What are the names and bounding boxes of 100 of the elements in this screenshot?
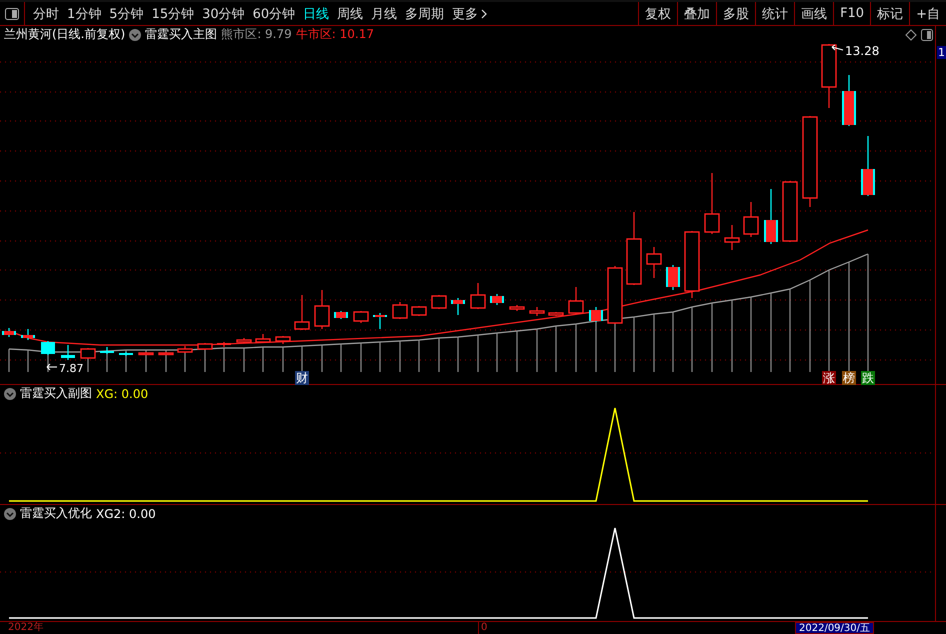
candlestick <box>177 346 193 353</box>
toolbar-button[interactable]: 画线 <box>794 2 834 25</box>
stem-line <box>536 329 538 372</box>
stem-line <box>125 350 127 372</box>
stem-line <box>282 347 284 372</box>
stem-line <box>106 351 108 372</box>
low-price-label: 7.87 <box>59 362 84 375</box>
stem-line <box>672 312 674 372</box>
toolbar-button[interactable]: 标记 <box>870 2 910 25</box>
axis-year-label: 2022年 <box>7 622 44 634</box>
stem-line <box>8 349 10 372</box>
stem-line <box>165 350 167 372</box>
dropdown-icon[interactable] <box>4 388 16 400</box>
toolbar-button[interactable]: 统计 <box>755 2 794 25</box>
cursor-date-label: 2022/09/30/五 <box>795 622 874 634</box>
period-tab[interactable]: 多周期 <box>401 2 448 25</box>
candlestick <box>373 313 387 329</box>
candlestick <box>138 352 154 356</box>
candlestick <box>21 329 35 340</box>
period-tab[interactable]: 日线 <box>299 2 334 25</box>
stem-line <box>301 346 303 372</box>
candlestick <box>589 307 603 322</box>
candlestick <box>529 307 545 316</box>
stem-line <box>27 350 29 372</box>
stem-line <box>47 352 49 372</box>
candlestick <box>451 298 465 315</box>
stem-line <box>575 324 577 372</box>
candlestick <box>2 328 16 337</box>
stem-line <box>516 331 518 372</box>
candlestick <box>724 225 740 250</box>
stem-line <box>711 303 713 372</box>
arrow-icon <box>832 44 844 50</box>
event-marker[interactable]: 榜 <box>842 371 856 385</box>
candlestick <box>80 348 96 359</box>
candlestick <box>607 266 623 324</box>
period-tab[interactable]: 1分钟 <box>63 2 106 25</box>
stem-line <box>691 307 693 372</box>
stem-line <box>633 317 635 372</box>
candlestick <box>411 306 427 316</box>
stem-line <box>360 343 362 372</box>
indicator-value: XG: 0.00 <box>96 386 148 400</box>
high-price-label: 13.28 <box>845 44 880 58</box>
stem-line <box>262 347 264 372</box>
stem-line <box>653 314 655 372</box>
candlestick <box>197 343 213 350</box>
candlestick <box>764 189 778 244</box>
toolbar-button[interactable]: 叠加 <box>677 2 716 25</box>
candlestick <box>294 295 310 330</box>
toolbar-button[interactable]: +自 <box>909 2 946 25</box>
candlestick <box>255 334 271 343</box>
dropdown-icon[interactable] <box>129 28 142 40</box>
toolbar-button[interactable]: 多股 <box>716 2 756 25</box>
candlestick <box>646 247 662 278</box>
candlestick <box>353 311 369 323</box>
period-tab[interactable]: 更多 <box>448 2 492 25</box>
stem-line <box>555 326 557 372</box>
indicator-name: 雷霆买入副图 <box>20 385 92 402</box>
chevron-icon <box>481 8 488 18</box>
candlestick <box>236 338 252 343</box>
event-marker[interactable]: 涨 <box>822 371 836 385</box>
event-marker[interactable]: 财 <box>295 371 309 385</box>
candlestick <box>842 75 856 126</box>
panel-toggle-icon[interactable] <box>5 8 19 20</box>
period-tab[interactable]: 30分钟 <box>198 2 249 25</box>
candlestick <box>548 312 564 316</box>
candlestick <box>158 352 174 356</box>
indicator-name: 雷霆买入主图 <box>145 26 218 43</box>
candlestick <box>704 173 720 234</box>
candlestick <box>490 294 504 305</box>
axis-price-label: 1 <box>937 46 946 59</box>
indicator-name: 雷霆买入优化 <box>20 505 92 522</box>
candlestick <box>392 302 408 319</box>
stem-line <box>438 338 440 372</box>
stock-name: 兰州黄河(日线.前复权) <box>4 26 126 43</box>
period-tab[interactable]: 分时 <box>29 2 63 25</box>
candlestick <box>275 336 291 344</box>
candlestick <box>821 44 837 108</box>
stem-line <box>184 350 186 372</box>
candlestick <box>666 265 680 290</box>
period-tab[interactable]: 周线 <box>333 2 368 25</box>
event-marker[interactable]: 跌 <box>861 371 875 385</box>
arrow-icon <box>46 364 58 370</box>
toolbar-button[interactable]: F10 <box>833 2 870 25</box>
candlestick <box>782 181 798 242</box>
period-tab[interactable]: 月线 <box>367 2 402 25</box>
diamond-icon[interactable] <box>905 28 917 40</box>
stem-line <box>223 348 225 372</box>
period-tab[interactable]: 60分钟 <box>248 2 300 25</box>
candlestick <box>431 295 447 309</box>
bull-zone-value: 牛市区: 10.17 <box>296 26 374 43</box>
bear-zone-value: 熊市区: 9.79 <box>221 26 292 43</box>
period-tab[interactable]: 15分钟 <box>148 2 198 25</box>
stem-line <box>340 344 342 372</box>
dropdown-icon[interactable] <box>4 508 16 520</box>
period-tab[interactable]: 5分钟 <box>105 2 148 25</box>
panel-toggle-icon[interactable] <box>921 28 933 40</box>
stem-line <box>145 350 147 372</box>
candlestick <box>509 305 525 311</box>
toolbar-button[interactable]: 复权 <box>638 2 678 25</box>
candlestick <box>100 347 114 354</box>
